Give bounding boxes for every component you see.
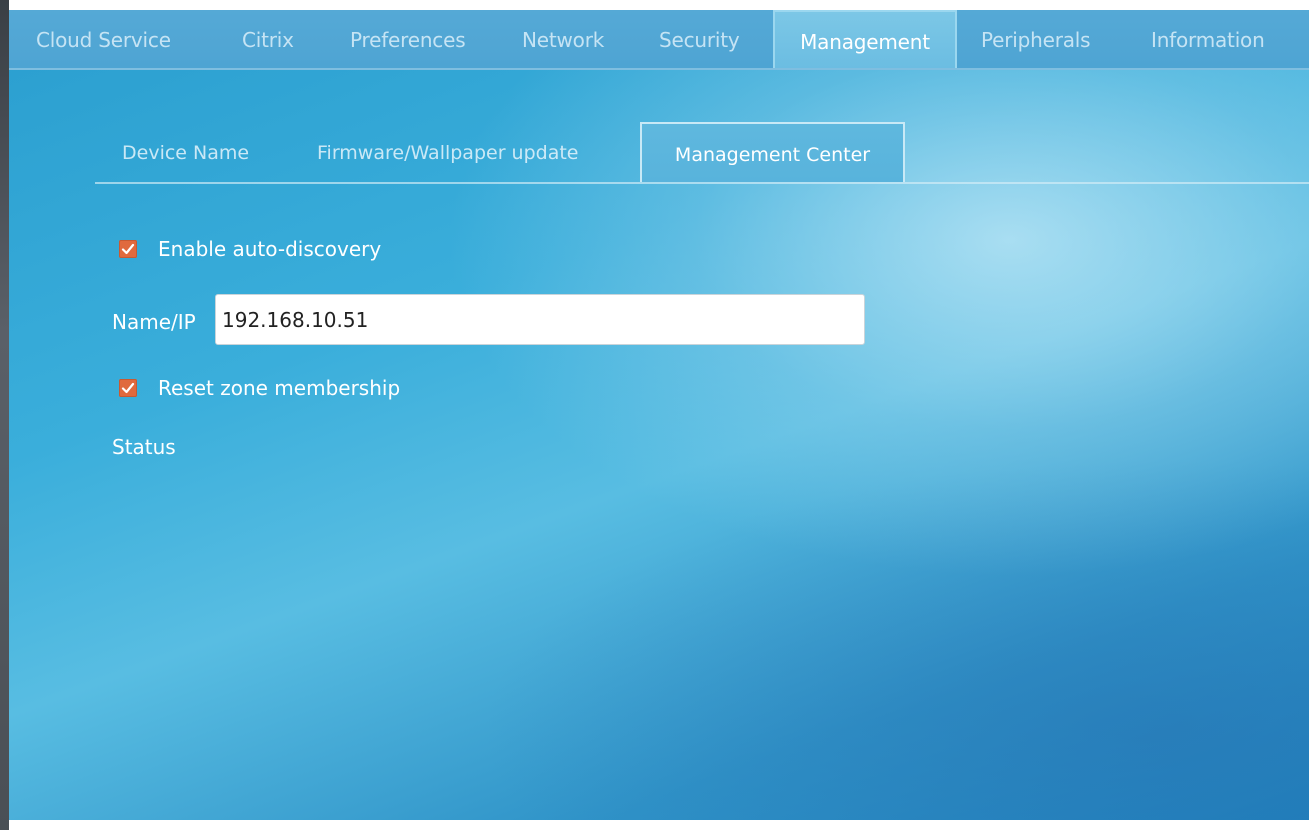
auto-discovery-label: Enable auto-discovery <box>158 237 382 261</box>
name-ip-label: Name/IP <box>112 310 196 334</box>
reset-zone-checkbox-row[interactable]: Reset zone membership <box>119 373 400 403</box>
subtab-device-name[interactable]: Device Name <box>122 122 249 182</box>
window-left-border <box>0 0 9 830</box>
auto-discovery-checkbox[interactable] <box>119 240 137 258</box>
checkmark-icon <box>121 382 135 394</box>
tab-security[interactable]: Security <box>659 10 740 68</box>
subtab-firmware-wallpaper-update[interactable]: Firmware/Wallpaper update <box>317 122 579 182</box>
reset-zone-label: Reset zone membership <box>158 376 401 400</box>
auto-discovery-checkbox-row[interactable]: Enable auto-discovery <box>119 234 381 264</box>
tab-information[interactable]: Information <box>1151 10 1265 68</box>
name-ip-input[interactable] <box>215 294 865 345</box>
settings-window: Cloud Service Citrix Preferences Network… <box>0 0 1309 830</box>
subtab-management-center[interactable]: Management Center <box>640 122 905 182</box>
sub-tab-bar: Device Name Firmware/Wallpaper update Ma… <box>95 122 1309 184</box>
tab-citrix[interactable]: Citrix <box>242 10 294 68</box>
checkmark-icon <box>121 243 135 255</box>
status-label: Status <box>112 435 176 459</box>
tab-cloud-service[interactable]: Cloud Service <box>36 10 171 68</box>
tab-peripherals[interactable]: Peripherals <box>981 10 1091 68</box>
settings-panel: Cloud Service Citrix Preferences Network… <box>9 10 1309 820</box>
tab-network[interactable]: Network <box>522 10 604 68</box>
tab-preferences[interactable]: Preferences <box>350 10 466 68</box>
top-tab-bar: Cloud Service Citrix Preferences Network… <box>9 10 1309 70</box>
tab-management[interactable]: Management <box>773 10 957 68</box>
reset-zone-checkbox[interactable] <box>119 379 137 397</box>
